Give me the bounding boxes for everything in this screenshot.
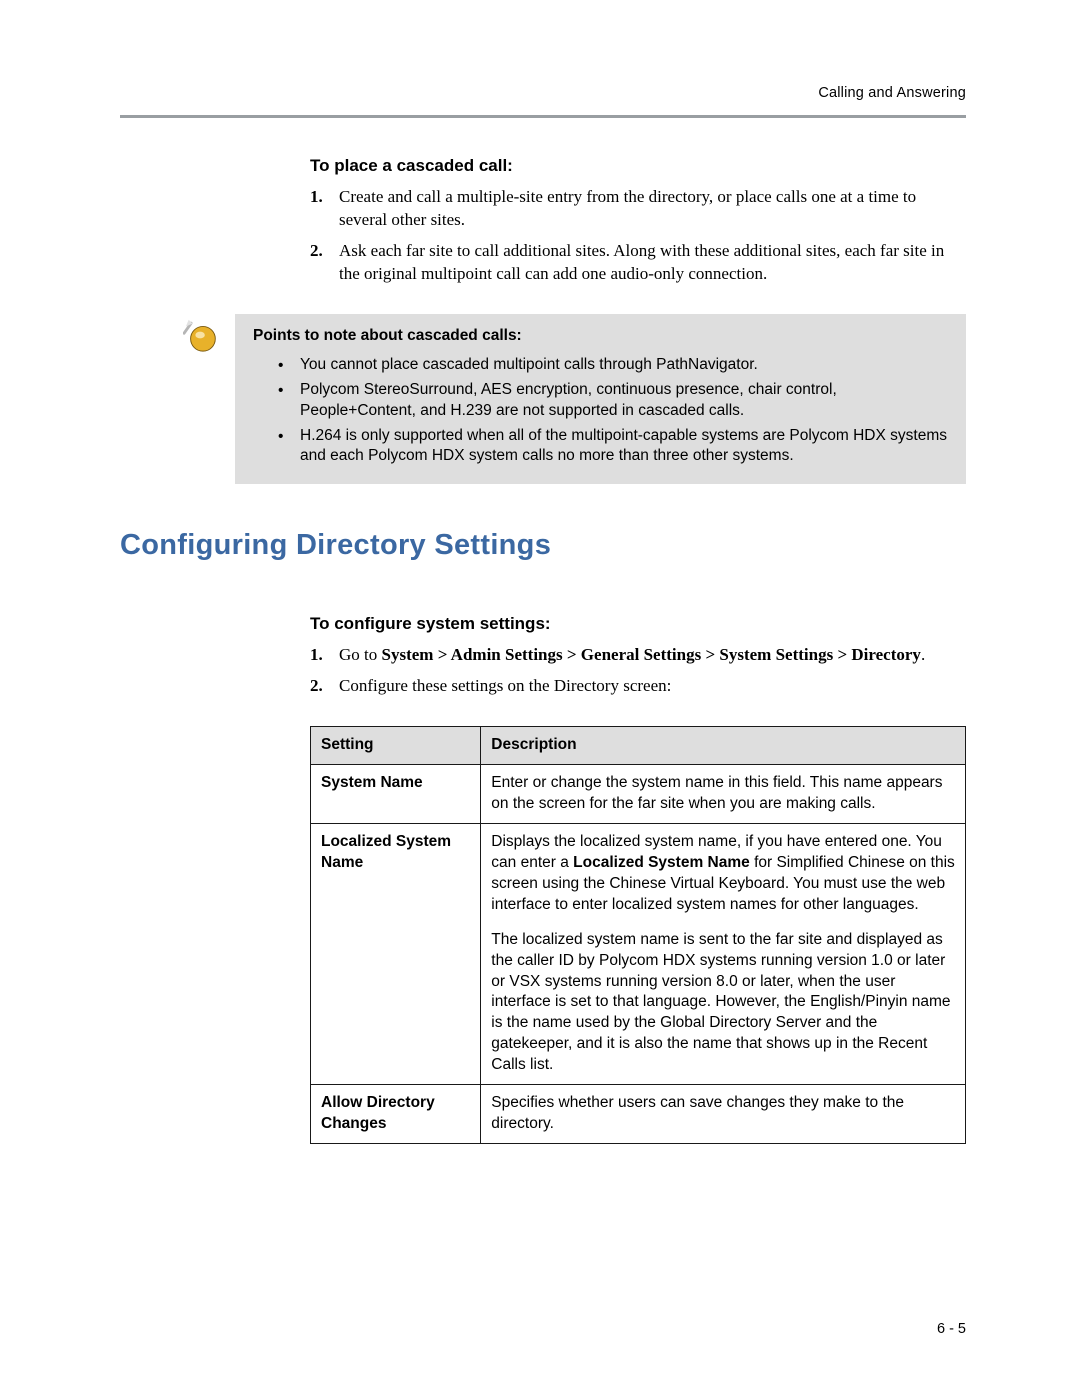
- settings-table: Setting Description System Name Enter or…: [310, 726, 966, 1144]
- note-bullets: You cannot place cascaded multipoint cal…: [253, 355, 948, 468]
- configure-steps: Go to System > Admin Settings > General …: [310, 644, 966, 698]
- table-row: Localized System Name Displays the local…: [311, 824, 966, 1085]
- note-bullet-3: H.264 is only supported when all of the …: [278, 426, 948, 468]
- step1-path: System > Admin Settings > General Settin…: [382, 645, 921, 664]
- desc-paragraph-1: Displays the localized system name, if y…: [491, 832, 955, 916]
- table-row: System Name Enter or change the system n…: [311, 765, 966, 824]
- note-bullet-1: You cannot place cascaded multipoint cal…: [278, 355, 948, 376]
- configure-heading: To configure system settings:: [310, 614, 966, 634]
- section-heading: Configuring Directory Settings: [120, 529, 966, 562]
- table-row: Allow Directory Changes Specifies whethe…: [311, 1085, 966, 1144]
- page-header: Calling and Answering: [120, 85, 966, 118]
- cascaded-step-1: Create and call a multiple-site entry fr…: [310, 186, 966, 232]
- desc-cell: Specifies whether users can save changes…: [481, 1085, 966, 1144]
- cascaded-heading: To place a cascaded call:: [310, 156, 966, 176]
- cascaded-steps: Create and call a multiple-site entry fr…: [310, 186, 966, 286]
- page: Calling and Answering To place a cascade…: [0, 0, 1080, 1397]
- note-bullet-2: Polycom StereoSurround, AES encryption, …: [278, 380, 948, 422]
- setting-cell: System Name: [311, 765, 481, 824]
- step1-tail: .: [921, 645, 925, 664]
- desc-cell: Enter or change the system name in this …: [481, 765, 966, 824]
- table-header-row: Setting Description: [311, 727, 966, 765]
- setting-cell: Localized System Name: [311, 824, 481, 1085]
- desc-paragraph-2: The localized system name is sent to the…: [491, 930, 955, 1076]
- content-area: To place a cascaded call: Create and cal…: [120, 156, 966, 1144]
- col-description: Description: [481, 727, 966, 765]
- note-heading: Points to note about cascaded calls:: [253, 327, 948, 345]
- page-footer: 6 - 5: [937, 1321, 966, 1337]
- col-setting: Setting: [311, 727, 481, 765]
- header-text: Calling and Answering: [818, 85, 966, 101]
- cascaded-step-2: Ask each far site to call additional sit…: [310, 240, 966, 286]
- desc-bold: Localized System Name: [573, 854, 750, 871]
- configure-step-2: Configure these settings on the Director…: [310, 675, 966, 698]
- note-box: Points to note about cascaded calls: You…: [235, 314, 966, 485]
- configure-step-1: Go to System > Admin Settings > General …: [310, 644, 966, 667]
- desc-cell: Displays the localized system name, if y…: [481, 824, 966, 1085]
- setting-cell: Allow Directory Changes: [311, 1085, 481, 1144]
- step1-lead: Go to: [339, 645, 382, 664]
- note-icon: [183, 316, 221, 354]
